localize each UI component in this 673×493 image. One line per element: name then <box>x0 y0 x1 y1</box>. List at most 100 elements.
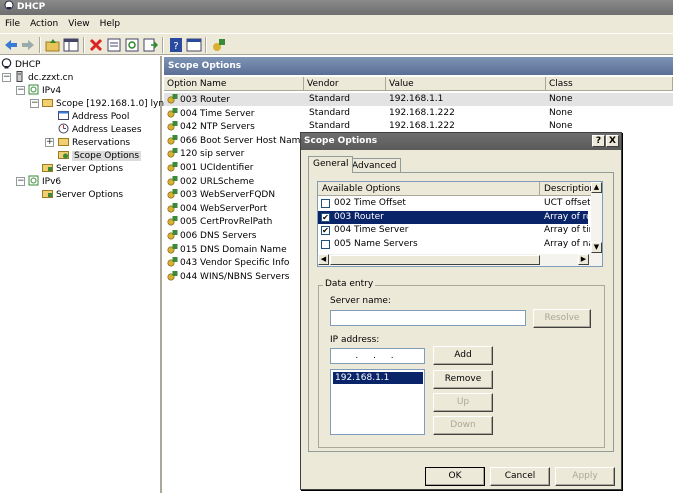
ip-list-item[interactable]: 192.168.1.1 <box>333 372 423 384</box>
cancel-button[interactable]: Cancel <box>490 467 550 486</box>
scroll-up-button[interactable]: ▲ <box>591 182 602 193</box>
cell-name: 005 CertProvRelPath <box>167 215 272 229</box>
ipv6-icon <box>28 175 39 186</box>
options-header-available[interactable]: Available Options <box>318 182 540 196</box>
cell-vendor: Standard <box>309 107 350 120</box>
server-name-field[interactable] <box>330 310 526 326</box>
cell-name: 006 DNS Servers <box>167 229 256 243</box>
toolbar: ? <box>0 33 673 55</box>
cell-class: None <box>549 107 572 120</box>
up-folder-icon[interactable] <box>45 37 61 53</box>
cell-text: 001 UCIdentifier <box>180 163 254 173</box>
cell-text: 003 WebServerFQDN <box>180 190 276 201</box>
column-header-class[interactable]: Class <box>546 77 673 91</box>
expand-button[interactable]: + <box>45 138 54 147</box>
option-icon <box>167 243 178 254</box>
table-row[interactable]: 004 Time Server Standard 192.168.1.222 None <box>164 107 673 120</box>
apply-button[interactable]: Apply <box>555 467 615 486</box>
option-checkbox[interactable] <box>321 199 330 208</box>
tree-item-server-options-v4[interactable]: Server Options <box>42 162 123 175</box>
cell-name: 015 DNS Domain Name <box>167 243 287 257</box>
tab-general[interactable]: General <box>308 156 354 173</box>
toolbar-separator <box>83 37 85 53</box>
menu-view[interactable]: View <box>63 15 94 33</box>
hscroll-thumb[interactable] <box>330 255 540 265</box>
refresh-icon[interactable] <box>124 37 140 53</box>
ok-button[interactable]: OK <box>425 467 485 486</box>
forward-arrow-icon[interactable] <box>20 37 36 53</box>
menu-action[interactable]: Action <box>25 15 63 33</box>
back-arrow-icon[interactable] <box>3 37 19 53</box>
cell-text: Standard <box>309 121 350 132</box>
cell-class: None <box>549 93 572 106</box>
column-header-value[interactable]: Value <box>386 77 546 91</box>
folder-icon <box>42 99 53 107</box>
column-header-option-name[interactable]: Option Name <box>164 77 304 91</box>
scroll-down-button[interactable]: ▼ <box>591 242 602 253</box>
option-row[interactable]: 002 Time Offset UCT offset i <box>318 197 590 210</box>
tree-item-server-options-v6[interactable]: Server Options <box>42 188 123 201</box>
ip-address-field[interactable]: . . . <box>330 348 425 364</box>
delete-icon[interactable] <box>88 37 104 53</box>
option-checkbox[interactable]: ✔ <box>321 212 330 222</box>
tree-item-address-pool[interactable]: Address Pool <box>58 110 129 123</box>
dialog-help-button[interactable]: ? <box>592 135 605 147</box>
tree-item-scope-options[interactable]: Scope Options <box>58 149 142 162</box>
properties-icon[interactable] <box>106 37 122 53</box>
option-icon <box>167 107 178 118</box>
option-icon <box>167 148 178 158</box>
options-hscrollbar[interactable]: ◀ ▶ <box>318 254 602 266</box>
option-row[interactable]: ✔ 004 Time Server Array of time <box>318 224 590 237</box>
tree-item-ipv6[interactable]: IPv6 <box>28 175 61 188</box>
collapse-button[interactable]: − <box>16 86 25 95</box>
option-icon <box>167 257 178 267</box>
tree-item-scope[interactable]: Scope [192.168.1.0] lync <box>42 97 169 110</box>
option-row[interactable]: ✔ 003 Router Array of rout <box>318 210 590 224</box>
show-hide-tree-icon[interactable] <box>63 37 79 53</box>
column-header-vendor[interactable]: Vendor <box>304 77 386 91</box>
scroll-left-button[interactable]: ◀ <box>318 254 329 265</box>
cell-text: 002 URLScheme <box>180 176 255 187</box>
cell-name: 120 sip server <box>167 147 244 161</box>
ip-address-label: IP address: <box>330 335 380 345</box>
tree-item-server[interactable]: dc.zzxt.cn <box>14 71 73 84</box>
menu-file[interactable]: File <box>0 15 25 33</box>
server-icon <box>16 71 23 82</box>
tab-advanced[interactable]: Advanced <box>347 158 402 172</box>
export-list-icon[interactable] <box>142 37 158 53</box>
options-icon[interactable] <box>211 37 227 53</box>
dhcp-icon <box>1 58 12 69</box>
tree-item-address-leases[interactable]: Address Leases <box>58 123 142 136</box>
console-window-icon[interactable] <box>186 37 202 53</box>
menu-bar: File Action View Help <box>0 15 673 33</box>
options-header-description[interactable]: Description <box>540 182 595 196</box>
option-checkbox[interactable]: ✔ <box>321 226 330 235</box>
resolve-button[interactable]: Resolve <box>533 309 591 328</box>
dialog-close-button[interactable]: X <box>606 135 619 147</box>
collapse-button[interactable]: − <box>16 177 25 186</box>
option-checkbox[interactable] <box>321 239 330 249</box>
dialog-title-bar: Scope Options <box>301 133 621 150</box>
cell-text: None <box>549 94 573 104</box>
window-title-bar: DHCP <box>0 0 673 15</box>
option-row[interactable]: 005 Name Servers Array of nan <box>318 238 590 251</box>
help-icon[interactable]: ? <box>168 37 184 53</box>
down-button[interactable]: Down <box>433 416 493 435</box>
options-vscrollbar[interactable]: ▲ ▼ <box>591 182 602 254</box>
tree-item-dhcp[interactable]: DHCP <box>1 58 40 71</box>
table-row[interactable]: 003 Router Standard 192.168.1.1 None <box>164 93 673 106</box>
collapse-button[interactable]: − <box>2 73 11 82</box>
cell-value: 192.168.1.1 <box>389 93 443 106</box>
tree-item-ipv4[interactable]: IPv4 <box>28 84 61 97</box>
scroll-right-button[interactable]: ▶ <box>578 254 589 265</box>
menu-help[interactable]: Help <box>95 15 126 33</box>
remove-button[interactable]: Remove <box>433 370 493 389</box>
tree-item-reservations[interactable]: Reservations <box>58 136 130 149</box>
ip-address-list[interactable]: 192.168.1.1 <box>330 369 425 435</box>
option-name: 005 Name Servers <box>334 238 418 249</box>
collapse-button[interactable]: − <box>30 99 39 108</box>
option-icon <box>167 175 178 186</box>
up-button[interactable]: Up <box>433 393 493 412</box>
add-button[interactable]: Add <box>433 346 493 365</box>
cell-text: 192.168.1.222 <box>389 107 455 118</box>
